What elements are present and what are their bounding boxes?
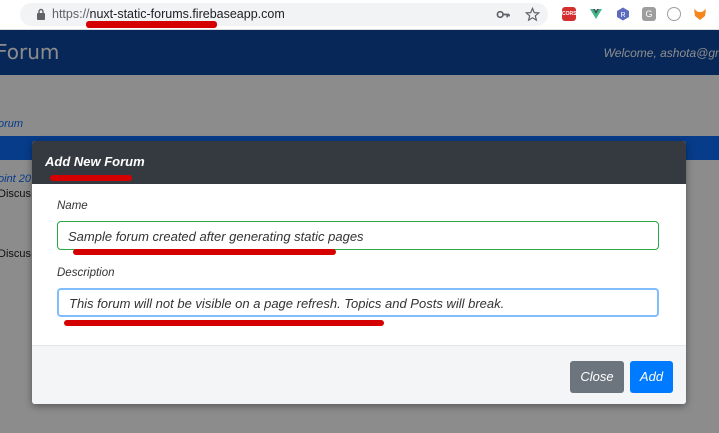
- circle-extension-icon[interactable]: [667, 7, 681, 21]
- vue-devtools-icon[interactable]: [589, 7, 603, 21]
- hexagon-extension-icon[interactable]: R: [616, 7, 630, 21]
- description-input[interactable]: This forum will not be visible on a page…: [57, 288, 659, 317]
- add-button[interactable]: Add: [630, 361, 673, 393]
- url-text: https://nuxt-static-forums.firebaseapp.c…: [52, 7, 285, 21]
- close-button[interactable]: Close: [570, 361, 624, 393]
- fox-extension-icon[interactable]: [693, 7, 707, 21]
- key-icon[interactable]: [496, 7, 511, 22]
- cors-extension-icon[interactable]: CORS: [562, 7, 576, 21]
- description-label: Description: [57, 267, 115, 279]
- name-label: Name: [57, 200, 88, 212]
- lock-icon: [37, 8, 45, 20]
- title-annotation-underline: [50, 175, 132, 181]
- description-annotation-underline: [64, 320, 384, 326]
- url-annotation-underline: [86, 21, 217, 28]
- url-scheme: https://: [52, 7, 90, 21]
- url-host: nuxt-static-forums.firebaseapp.com: [89, 7, 285, 21]
- modal-title: Add New Forum: [45, 154, 145, 169]
- name-annotation-underline: [73, 249, 336, 255]
- star-icon[interactable]: [525, 7, 540, 22]
- name-input[interactable]: Sample forum created after generating st…: [57, 221, 659, 250]
- g-extension-icon[interactable]: G: [642, 7, 656, 21]
- modal-footer: Close Add: [32, 345, 686, 404]
- svg-text:R: R: [620, 12, 625, 19]
